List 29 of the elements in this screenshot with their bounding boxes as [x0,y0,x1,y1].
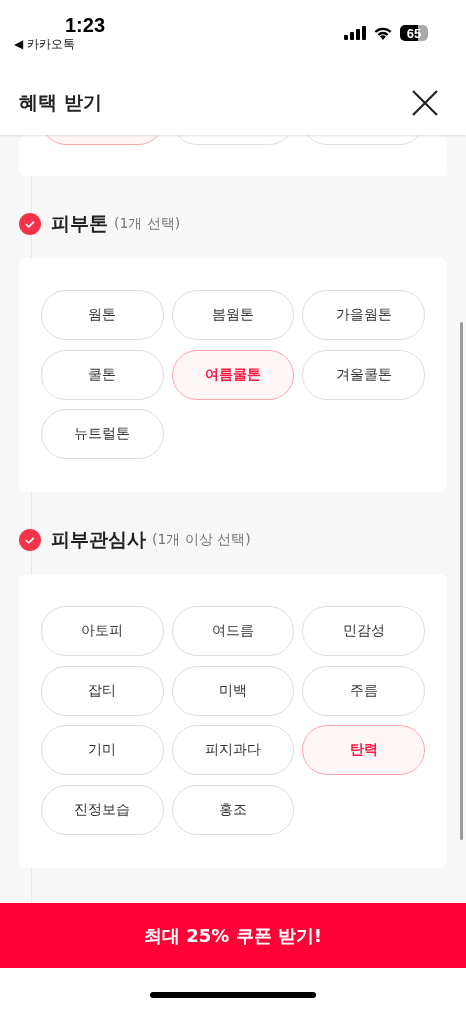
option-chip[interactable]: 탄력 [302,725,425,775]
wifi-icon [373,26,393,40]
section-hint: (1개 선택) [114,215,181,233]
option-chip[interactable]: 아토피 [41,606,164,656]
option-chip[interactable]: 여드름 [171,606,295,656]
option-chip[interactable]: 여름쿨톤 [171,349,295,400]
back-to-app-link[interactable]: ◀ 카카오톡 [14,36,76,52]
option-chip[interactable]: 봄웜톤 [171,290,295,340]
option-chip[interactable]: 웜톤 [41,290,164,340]
option-chip[interactable]: 주름 [302,665,425,716]
page-title: 혜택 받기 [19,89,102,115]
option-chip[interactable]: 쿨톤 [41,349,164,400]
section-title: 피부톤 [51,211,108,236]
option-chip[interactable]: 뉴트럴톤 [41,409,164,459]
status-time: 1:23 [65,14,106,36]
section-title: 피부관심사 [51,527,146,552]
option-chip[interactable]: 홍조 [171,784,295,835]
option-chip[interactable]: 피지과다 [171,725,295,775]
option-chip[interactable]: 진정보습 [41,784,164,835]
option-chip[interactable]: 미백 [171,665,295,716]
coupon-button[interactable]: 최대 25% 쿠폰 받기! [0,903,466,968]
option-chip[interactable]: 민감성 [302,606,425,656]
option-chip[interactable]: 잡티 [41,665,164,716]
option-chip[interactable]: 기미 [41,725,164,775]
signal-icon [344,26,366,40]
option-chip[interactable]: 겨울쿨톤 [302,349,425,400]
close-icon[interactable] [412,89,438,116]
section-hint: (1개 이상 선택) [152,531,251,549]
option-chip[interactable]: 가을웜톤 [302,290,425,340]
